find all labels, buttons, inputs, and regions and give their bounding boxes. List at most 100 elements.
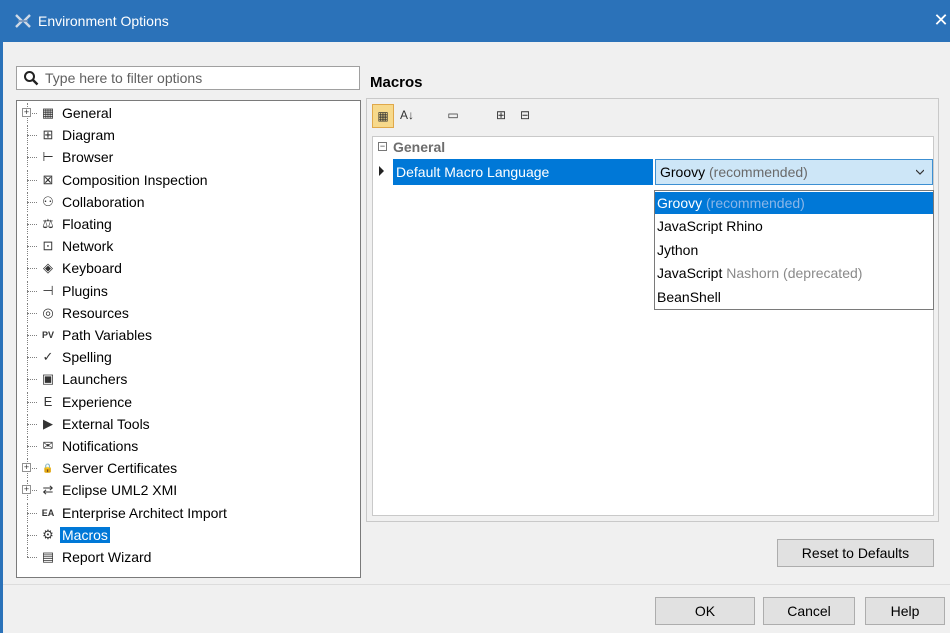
sort-alphabetical-button[interactable]: A↓ — [396, 104, 418, 128]
reset-to-defaults-button[interactable]: Reset to Defaults — [777, 539, 934, 567]
tree-item-report-wizard[interactable]: ▤ Report Wizard — [17, 547, 360, 567]
section-title: Macros — [370, 74, 423, 91]
cancel-button[interactable]: Cancel — [763, 597, 855, 625]
tree-item-label: Notifications — [62, 438, 139, 454]
tree-item-path-variables[interactable]: PV Path Variables — [17, 325, 360, 345]
tree-item-server-certificates[interactable]: + 🔒 Server Certificates — [17, 458, 360, 479]
property-row-default-macro-language[interactable]: Default Macro Language Groovy (recommend… — [373, 159, 933, 185]
tree-item-experience[interactable]: E Experience — [17, 391, 360, 412]
macro-language-combo[interactable]: Groovy (recommended) — [655, 159, 933, 185]
tree-guide — [27, 547, 28, 557]
option-main-text: JavaScript Rhino — [657, 218, 763, 235]
tree-item-enterprise-architect-import[interactable]: EA Enterprise Architect Import — [17, 502, 360, 523]
tree-item-label: Launchers — [62, 371, 128, 388]
dropdown-option-javascript-rhino[interactable]: JavaScript Rhino — [655, 215, 933, 237]
tree-guide — [27, 201, 37, 203]
tree-item-keyboard[interactable]: ◈ Keyboard — [17, 258, 360, 279]
tree-item-label: Floating — [62, 216, 112, 232]
tree-item-label: External Tools — [62, 415, 150, 432]
expand-icon[interactable]: + — [22, 108, 31, 117]
tree-item-label: Collaboration — [62, 193, 145, 210]
tree-guide — [27, 401, 37, 403]
filter-box[interactable] — [16, 66, 360, 90]
description-toggle-button[interactable]: ▭ — [442, 104, 464, 128]
tree-guide — [27, 246, 37, 248]
filter-input[interactable] — [45, 69, 355, 87]
launchers-icon: ▣ — [41, 371, 55, 387]
tree-guide — [27, 512, 37, 514]
network-icon: ⊡ — [42, 238, 54, 254]
notifications-icon: ✉ — [42, 438, 54, 453]
combo-value-note: (recommended) — [705, 164, 808, 180]
tree-item-floating[interactable]: ⚖ Floating — [17, 214, 360, 234]
tree-guide — [27, 423, 37, 425]
tree-item-label: Resources — [62, 304, 129, 321]
chevron-down-icon[interactable] — [916, 168, 924, 176]
tree-item-external-tools[interactable]: ▶ External Tools — [17, 413, 360, 434]
row-pointer-icon — [379, 166, 384, 176]
tree-item-label: Macros — [60, 526, 110, 543]
dropdown-option-groovy[interactable]: Groovy (recommended) — [655, 192, 933, 214]
options-tree[interactable]: + ▦ General ⊞ Diagram ⊢ Browser ⊠ Composition In… — [16, 100, 361, 578]
tree-item-eclipse-uml2-xmi[interactable]: + ⇄ Eclipse UML2 XMI — [17, 480, 360, 501]
expand-icon[interactable]: + — [22, 485, 31, 495]
tree-item-label: Enterprise Architect Import — [62, 504, 227, 521]
tree-item-label: Report Wizard — [62, 549, 152, 565]
tree-item-diagram[interactable]: ⊞ Diagram — [17, 125, 360, 146]
tree-item-composition-inspection[interactable]: ⊠ Composition Inspection — [17, 169, 360, 190]
dropdown-option-beanshell[interactable]: BeanShell — [655, 286, 933, 308]
tree-item-label: Keyboard — [62, 260, 122, 277]
lock-icon: 🔒 — [42, 463, 54, 474]
dropdown-option-javascript[interactable]: JavaScript Nashorn (deprecated) — [655, 262, 933, 284]
tree-item-general[interactable]: + ▦ General — [17, 103, 360, 123]
dropdown-option-jython[interactable]: Jython — [655, 239, 933, 261]
option-main-text: BeanShell — [657, 288, 721, 305]
option-main-text: Groovy — [657, 195, 703, 211]
close-icon[interactable]: ✕ — [932, 11, 950, 29]
categorized-view-button[interactable]: ▦ — [372, 104, 394, 128]
tree-item-label: Plugins — [62, 282, 108, 299]
spelling-icon: ✓ — [42, 349, 54, 365]
property-name[interactable]: Default Macro Language — [393, 159, 653, 185]
group-row-general[interactable]: − General — [373, 137, 933, 157]
collapse-all-button[interactable]: ⊟ — [514, 104, 536, 128]
macro-language-dropdown-list: Groovy (recommended) JavaScript Rhino Jyth… — [654, 190, 934, 310]
expand-all-button[interactable]: ⊞ — [490, 104, 512, 128]
title-bar: Environment Options ✕ — [0, 0, 950, 42]
option-note-text: Nashorn (deprecated) — [722, 265, 863, 282]
tree-guide — [27, 268, 37, 270]
tree-guide — [27, 224, 37, 225]
tree-item-spelling[interactable]: ✓ Spelling — [17, 347, 360, 368]
tree-item-label: Network — [62, 238, 114, 255]
option-main-text: JavaScript — [657, 265, 723, 282]
property-toolbar: ▦ A↓ ▭ ⊞ ⊟ — [372, 104, 672, 130]
tree-item-label: Path Variables — [62, 327, 153, 343]
general-icon: ▦ — [41, 105, 55, 120]
option-note-text: (recommended) — [702, 195, 805, 211]
tree-item-plugins[interactable]: ⊣ Plugins — [17, 280, 360, 301]
tree-item-resources[interactable]: ◎ Resources — [17, 302, 360, 323]
tree-item-network[interactable]: ⊡ Network — [17, 236, 360, 257]
collapse-icon[interactable]: − — [378, 142, 387, 151]
option-main-text: Jython — [657, 241, 699, 258]
tree-item-label: Diagram — [62, 127, 115, 144]
tree-item-browser[interactable]: ⊢ Browser — [17, 147, 360, 168]
gear-icon: ⚙ — [42, 526, 54, 542]
ok-button[interactable]: OK — [655, 597, 755, 625]
combo-value: Groovy (recommended) — [660, 160, 808, 184]
expand-icon[interactable]: + — [22, 463, 31, 473]
ea-import-icon: EA — [41, 507, 55, 518]
diagram-icon: ⊞ — [42, 127, 54, 143]
tree-guide — [27, 357, 37, 359]
app-logo-icon — [15, 14, 31, 28]
tree-item-label: Browser — [62, 149, 114, 166]
tree-item-launchers[interactable]: ▣ Launchers — [17, 369, 360, 390]
tree-item-macros[interactable]: ⚙ Macros — [17, 524, 360, 545]
tree-item-label: Spelling — [62, 349, 112, 366]
tree-item-collaboration[interactable]: ⚇ Collaboration — [17, 191, 360, 212]
tree-item-notifications[interactable]: ✉ Notifications — [17, 436, 360, 456]
tree-item-label: Composition Inspection — [62, 171, 208, 188]
tree-guide — [27, 179, 37, 181]
help-button[interactable]: Help — [865, 597, 945, 625]
floating-icon: ⚖ — [42, 216, 54, 231]
